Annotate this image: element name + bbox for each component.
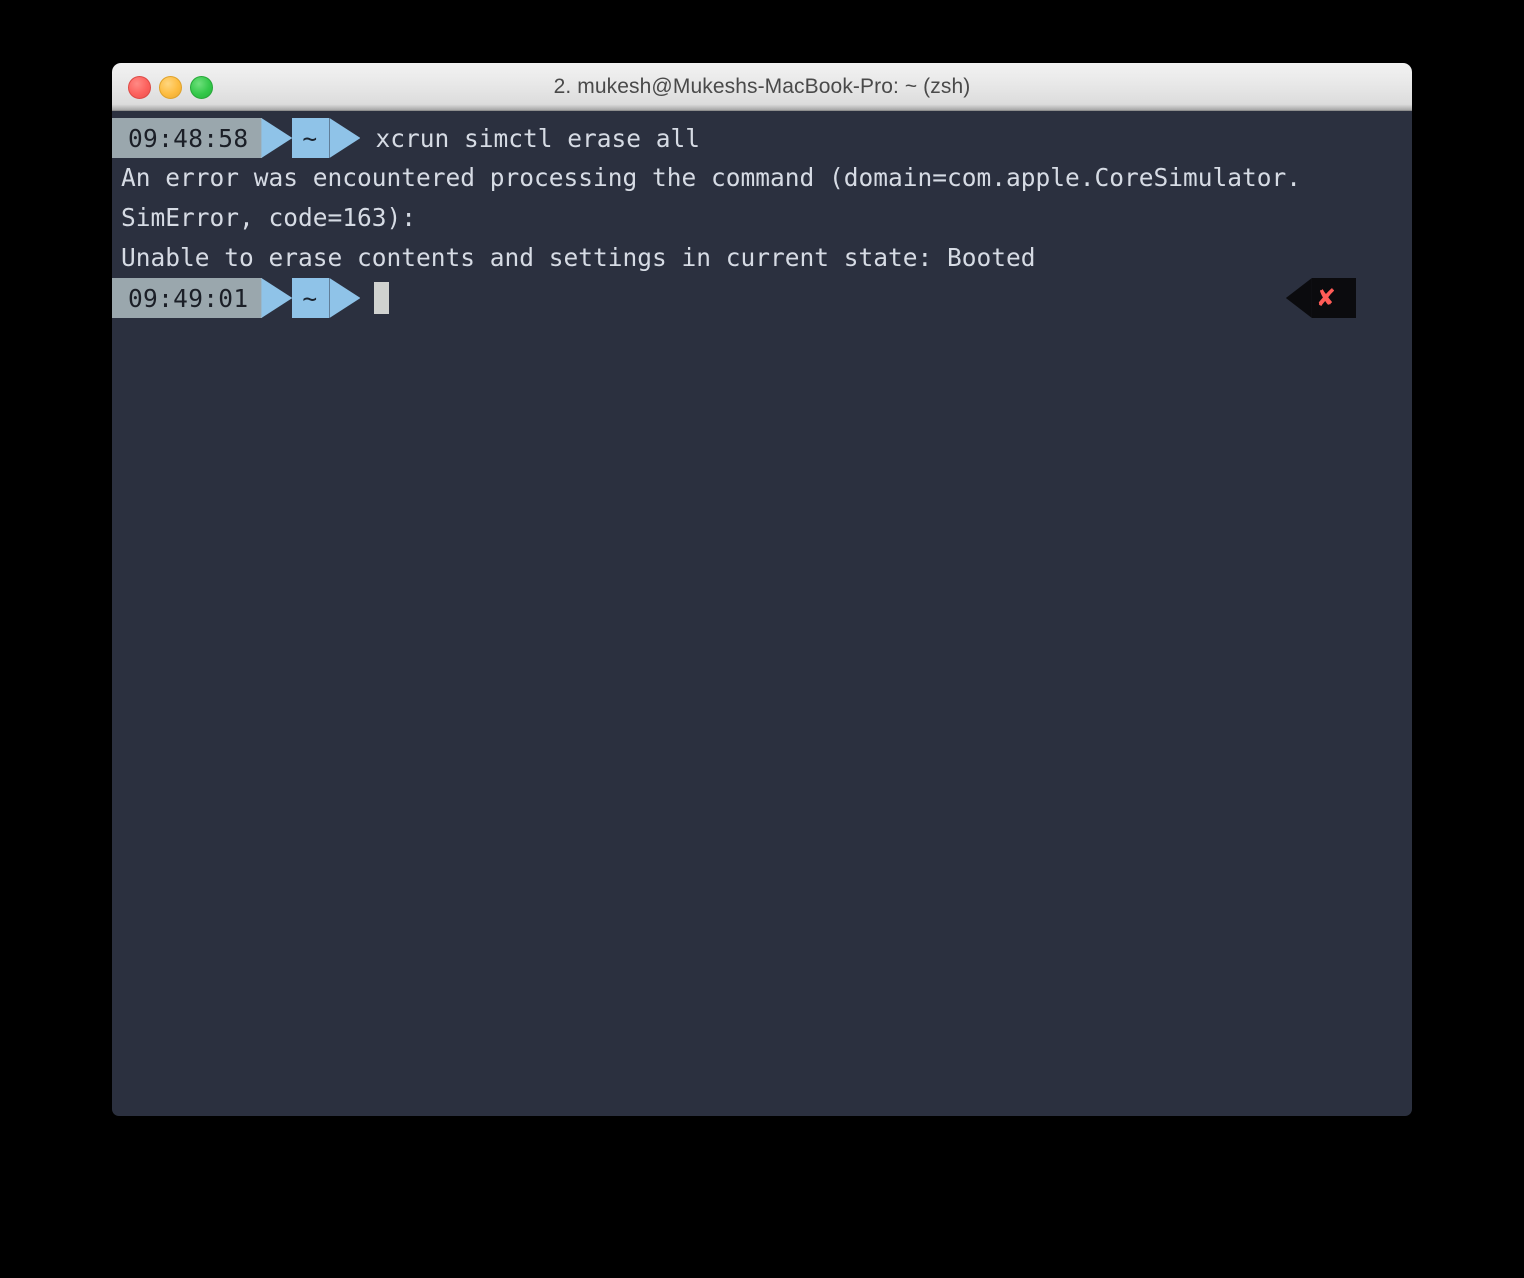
powerline-separator-icon xyxy=(261,118,293,158)
text-cursor xyxy=(374,282,390,314)
terminal-body[interactable]: 09:48:58 ~ xcrun simctl erase all An err… xyxy=(112,111,1412,1116)
command-input-1[interactable]: xcrun simctl erase all xyxy=(360,118,700,158)
prompt-timestamp-2: 09:49:01 xyxy=(112,278,263,318)
error-status-badge: ✘ xyxy=(1285,278,1356,318)
prompt-line-2: 09:49:01 ~ ✘ xyxy=(112,278,1412,318)
zoom-button[interactable] xyxy=(190,75,213,99)
terminal-screen[interactable]: 09:48:58 ~ xcrun simctl erase all An err… xyxy=(112,111,1412,318)
prompt-path-2: ~ xyxy=(292,278,330,318)
powerline-separator-icon xyxy=(329,278,361,318)
prompt-path-1: ~ xyxy=(292,118,330,158)
window-title-bar[interactable]: 2. mukesh@Mukeshs-MacBook-Pro: ~ (zsh) xyxy=(112,63,1412,111)
minimize-button[interactable] xyxy=(159,75,182,99)
window-title: 2. mukesh@Mukeshs-MacBook-Pro: ~ (zsh) xyxy=(553,74,971,98)
traffic-light-buttons xyxy=(128,63,213,111)
powerline-separator-left-icon xyxy=(1285,278,1312,318)
powerline-separator-icon xyxy=(329,118,361,158)
prompt-timestamp-1: 09:48:58 xyxy=(112,118,263,158)
output-line: SimError, code=163): xyxy=(121,203,417,232)
terminal-window[interactable]: 2. mukesh@Mukeshs-MacBook-Pro: ~ (zsh) 0… xyxy=(112,63,1412,1116)
output-line: An error was encountered processing the … xyxy=(121,163,1302,192)
error-cross-icon: ✘ xyxy=(1311,278,1356,318)
prompt-line-1: 09:48:58 ~ xcrun simctl erase all xyxy=(112,118,1412,158)
powerline-separator-icon xyxy=(261,278,293,318)
output-line: Unable to erase contents and settings in… xyxy=(121,243,1036,272)
close-button[interactable] xyxy=(128,75,151,99)
